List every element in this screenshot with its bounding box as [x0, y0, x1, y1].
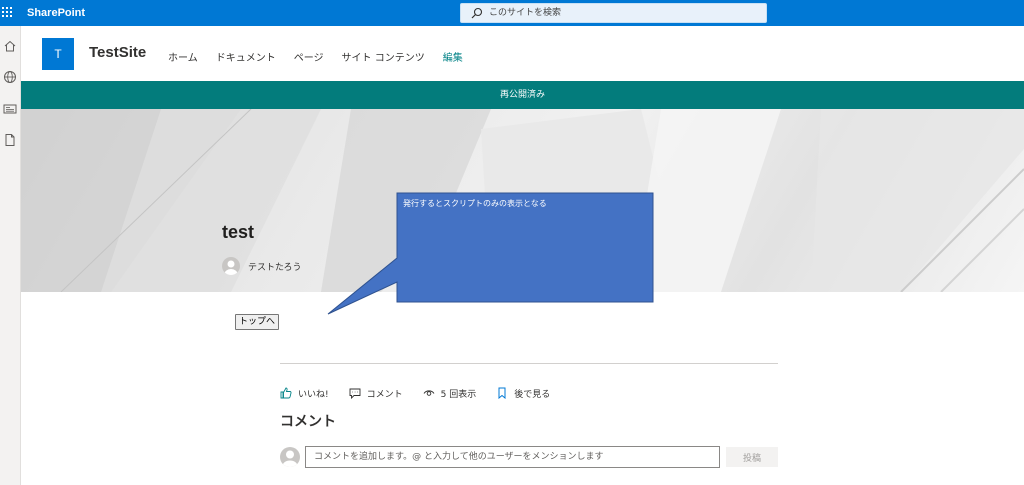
save-for-later-label: 後で見る — [514, 389, 551, 400]
person-icon — [282, 450, 298, 467]
comment-icon — [349, 388, 361, 399]
site-title[interactable]: TestSite — [89, 44, 146, 61]
search-icon — [471, 7, 483, 19]
news-icon[interactable] — [2, 101, 18, 117]
suite-bar: SharePoint — [0, 0, 1024, 26]
person-icon — [224, 260, 238, 275]
save-for-later-button[interactable]: 後で見る — [496, 387, 550, 400]
bookmark-icon — [498, 387, 506, 399]
comment-action-label: コメント — [366, 389, 403, 400]
comment-input[interactable] — [305, 446, 720, 468]
thumbs-up-icon — [280, 387, 292, 399]
page-title: test — [222, 222, 255, 242]
globe-icon[interactable] — [2, 69, 18, 85]
app-launcher-button[interactable] — [0, 0, 22, 26]
callout-text: 発行するとスクリプトのみの表示となる — [403, 199, 547, 208]
republished-status-bar: 再公開済み — [21, 81, 1024, 109]
site-logo[interactable]: T — [42, 38, 74, 70]
like-button[interactable]: いいね! — [280, 387, 329, 400]
social-action-bar: いいね! コメント 5 回表示 後で見る — [280, 385, 570, 401]
app-bar — [0, 26, 21, 485]
sharepoint-brand-link[interactable]: SharePoint — [27, 0, 85, 26]
back-to-top-button[interactable]: トップへ — [235, 314, 280, 330]
nav-item-pages[interactable]: ページ — [294, 49, 324, 64]
like-label: いいね! — [298, 389, 329, 400]
author-byline[interactable]: テストたろう — [222, 256, 301, 276]
site-header: T TestSite ホーム ドキュメント ページ サイト コンテンツ 編集 — [21, 26, 1024, 81]
view-count-label: 5 回表示 — [440, 389, 477, 400]
nav-item-site-contents[interactable]: サイト コンテンツ — [342, 49, 425, 64]
view-count: 5 回表示 — [423, 387, 477, 400]
comment-action-button[interactable]: コメント — [349, 387, 403, 400]
author-avatar[interactable] — [222, 257, 240, 275]
post-comment-button[interactable]: 投稿 — [726, 447, 778, 467]
waffle-icon — [2, 7, 12, 17]
eye-icon — [423, 390, 435, 396]
content-divider — [280, 363, 778, 364]
author-name[interactable]: テストたろう — [248, 260, 301, 273]
current-user-avatar — [280, 447, 300, 467]
top-navigation: ホーム ドキュメント ページ サイト コンテンツ 編集 — [168, 49, 481, 64]
nav-edit-link[interactable]: 編集 — [443, 49, 463, 64]
document-icon[interactable] — [2, 132, 18, 148]
nav-item-home[interactable]: ホーム — [168, 49, 198, 64]
home-icon[interactable] — [2, 38, 18, 54]
search-input[interactable] — [489, 5, 759, 21]
comments-heading: コメント — [280, 414, 336, 430]
nav-item-documents[interactable]: ドキュメント — [216, 49, 276, 64]
site-search-box[interactable] — [460, 3, 767, 23]
